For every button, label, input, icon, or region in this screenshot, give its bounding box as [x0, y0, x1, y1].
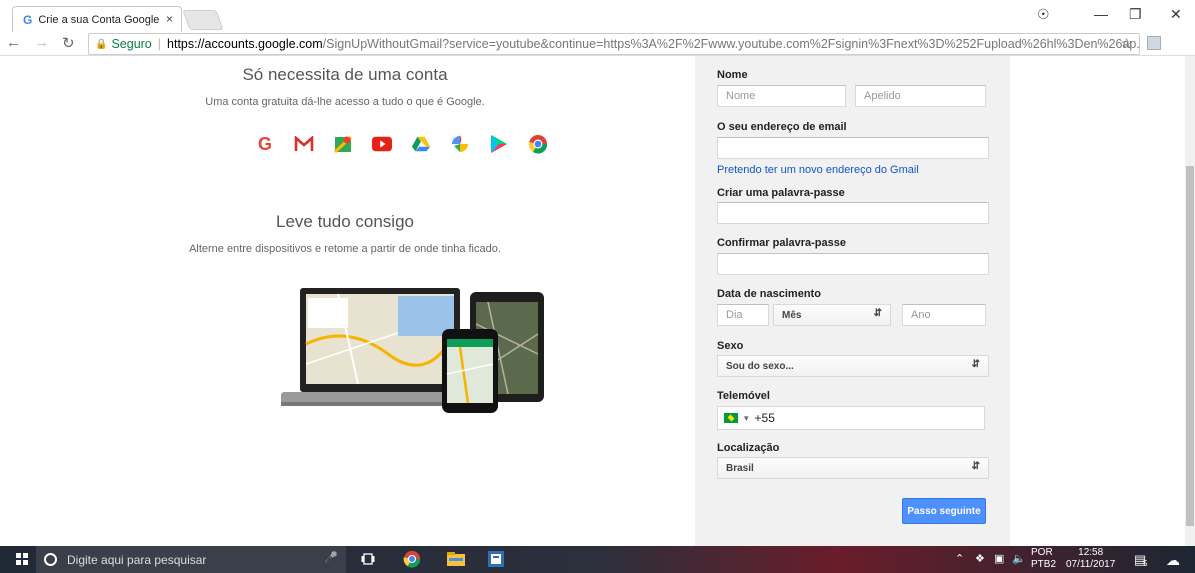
- file-explorer-icon[interactable]: [446, 550, 466, 568]
- birth-date-label: Data de nascimento: [717, 288, 821, 300]
- windows-taskbar: Digite aqui para pesquisar 🎤 ⌃ ❖ ▣ 🔈 POR…: [0, 546, 1195, 573]
- location-select[interactable]: Brasil ⇵: [717, 457, 989, 479]
- password-field[interactable]: [717, 202, 989, 224]
- next-step-button[interactable]: Passo seguinte: [902, 498, 986, 524]
- cortana-icon: [44, 553, 57, 566]
- clock-time: 12:58: [1078, 547, 1104, 558]
- taskbar-search-placeholder: Digite aqui para pesquisar: [67, 552, 207, 567]
- app-taskbar-icon[interactable]: [486, 550, 506, 568]
- select-arrows-icon: ⇵: [971, 359, 980, 370]
- maps-icon: [333, 134, 353, 154]
- language-code: POR: [1031, 547, 1053, 558]
- notification-count: 5: [1143, 559, 1148, 568]
- first-name-input[interactable]: Nome: [717, 85, 846, 107]
- google-apps-row: G: [255, 134, 548, 154]
- keyboard-layout: PTB2: [1031, 559, 1057, 570]
- onedrive-icon[interactable]: ☁: [1166, 552, 1180, 569]
- phone-field[interactable]: ▾ +55: [717, 406, 985, 430]
- browser-tab[interactable]: G Crie a sua Conta Google ×: [12, 6, 182, 32]
- chrome-icon: [528, 134, 548, 154]
- password-label: Criar uma palavra-passe: [717, 187, 845, 199]
- promo-sub-one-account: Uma conta gratuita dá-lhe acesso a tudo …: [205, 96, 485, 108]
- brazil-flag-icon[interactable]: [724, 413, 738, 423]
- gender-label: Sexo: [717, 340, 744, 352]
- system-clock[interactable]: 12:58 07/11/2017: [1066, 547, 1115, 571]
- new-tab-button[interactable]: [182, 10, 224, 30]
- promo-heading-one-account: Só necessita de uma conta: [242, 65, 448, 84]
- url-host: https://accounts.google.com: [167, 37, 323, 51]
- chrome-taskbar-icon[interactable]: [402, 550, 422, 568]
- promo-panel: Só necessita de uma conta Uma conta grat…: [0, 56, 690, 546]
- chevron-down-icon[interactable]: ▾: [744, 413, 749, 424]
- select-arrows-icon: ⇵: [873, 308, 882, 319]
- youtube-icon: [372, 134, 392, 154]
- volume-icon[interactable]: 🔈: [1012, 552, 1026, 565]
- birth-year-input[interactable]: Ano: [902, 304, 986, 326]
- gender-value: Sou do sexo...: [726, 360, 794, 372]
- signup-page: Só necessita de uma conta Uma conta grat…: [0, 56, 1185, 546]
- address-bar[interactable]: 🔒 Seguro | https://accounts.google.com /…: [88, 33, 1140, 55]
- location-label: Localização: [717, 442, 780, 454]
- windows-start-icon[interactable]: [16, 553, 28, 565]
- google-favicon-icon: G: [23, 12, 33, 27]
- address-separator: |: [157, 37, 162, 51]
- birth-month-select[interactable]: Mês ⇵: [773, 304, 891, 326]
- close-window-icon[interactable]: ✕: [1170, 6, 1182, 23]
- play-icon: [489, 134, 509, 154]
- forward-icon[interactable]: →: [34, 34, 49, 51]
- phone-country-code: +55: [754, 411, 775, 425]
- clock-date: 07/11/2017: [1066, 559, 1116, 570]
- location-value: Brasil: [726, 462, 754, 474]
- taskbar-search[interactable]: Digite aqui para pesquisar: [36, 546, 346, 573]
- profile-icon[interactable]: ☉: [1037, 6, 1050, 23]
- tab-close-icon[interactable]: ×: [166, 12, 173, 26]
- promo-heading-take-with-you: Leve tudo consigo: [276, 212, 414, 231]
- back-icon[interactable]: ←: [6, 34, 21, 51]
- drive-icon: [411, 134, 431, 154]
- scrollbar-thumb[interactable]: [1186, 166, 1194, 526]
- dropbox-icon[interactable]: ❖: [975, 552, 985, 565]
- network-icon[interactable]: ▣: [994, 552, 1004, 565]
- microphone-icon[interactable]: 🎤: [324, 551, 338, 564]
- email-label: O seu endereço de email: [717, 121, 847, 133]
- gmail-icon: [294, 134, 314, 154]
- extension-icon[interactable]: [1147, 36, 1161, 50]
- birth-day-input[interactable]: Dia: [717, 304, 769, 326]
- language-indicator[interactable]: POR PTB2: [1031, 547, 1056, 571]
- gender-select[interactable]: Sou do sexo... ⇵: [717, 355, 989, 377]
- signup-form: Nome Nome Apelido O seu endereço de emai…: [695, 56, 1010, 546]
- google-g-icon: G: [257, 133, 272, 154]
- bookmark-star-icon[interactable]: ☆: [1120, 35, 1133, 52]
- confirm-password-label: Confirmar palavra-passe: [717, 237, 846, 249]
- birth-month-value: Mês: [782, 309, 802, 321]
- devices-illustration: [281, 288, 544, 413]
- browser-titlebar: G Crie a sua Conta Google × ☉ — ❐ ✕: [0, 0, 1195, 32]
- select-arrows-icon: ⇵: [971, 461, 980, 472]
- photos-icon: [450, 134, 470, 154]
- lock-icon: 🔒: [95, 38, 108, 50]
- tab-title: Crie a sua Conta Google: [38, 13, 160, 26]
- restore-icon[interactable]: ❐: [1129, 6, 1142, 23]
- last-name-input[interactable]: Apelido: [855, 85, 986, 107]
- page-scrollbar[interactable]: [1185, 56, 1195, 546]
- confirm-password-field[interactable]: [717, 253, 989, 275]
- url-path: /SignUpWithoutGmail?service=youtube&cont…: [322, 37, 1140, 51]
- new-gmail-link[interactable]: Pretendo ter um novo endereço do Gmail: [717, 164, 919, 176]
- task-view-icon[interactable]: [358, 550, 378, 568]
- browser-toolbar: ← → ↻ 🔒 Seguro | https://accounts.google…: [0, 32, 1195, 82]
- name-label: Nome: [717, 69, 748, 81]
- promo-sub-take-with-you: Alterne entre dispositivos e retome a pa…: [189, 243, 501, 255]
- email-field[interactable]: [717, 137, 989, 159]
- phone-label: Telemóvel: [717, 390, 770, 402]
- secure-label: Seguro: [111, 37, 152, 51]
- reload-icon[interactable]: ↻: [62, 34, 75, 52]
- show-hidden-icons[interactable]: ⌃: [955, 552, 964, 565]
- minimize-icon[interactable]: —: [1094, 6, 1108, 22]
